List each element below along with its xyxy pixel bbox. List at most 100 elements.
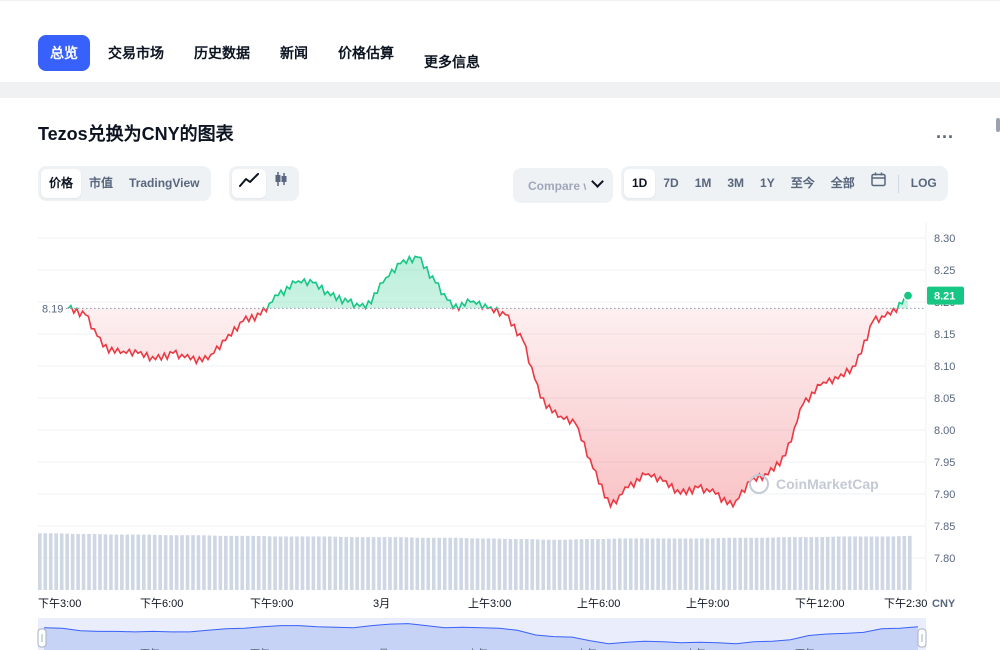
volume-bar	[596, 539, 600, 590]
volume-bar	[59, 533, 64, 590]
y-tick-label: 8.15	[934, 329, 955, 341]
volume-bar	[207, 535, 212, 590]
volume-bar	[825, 536, 830, 590]
volume-bar	[628, 538, 633, 590]
volume-bar	[371, 537, 376, 590]
volume-bar	[87, 533, 91, 590]
volume-bar	[92, 533, 97, 590]
volume-bar	[333, 536, 338, 590]
volume-bar	[251, 535, 255, 590]
volume-bar	[514, 539, 518, 590]
volume-bar	[459, 537, 463, 590]
volume-bar	[503, 538, 507, 590]
volume-bar	[163, 535, 168, 590]
y-tick-label: 8.05	[934, 393, 955, 405]
volume-bar	[497, 538, 502, 590]
volume-bar	[191, 535, 195, 590]
volume-bar	[782, 537, 786, 590]
volume-bar	[442, 537, 447, 590]
volume-bar	[590, 539, 595, 590]
volume-bar	[421, 537, 425, 590]
volume-bar	[169, 535, 173, 590]
volume-bar	[289, 536, 294, 590]
volume-bar	[853, 536, 857, 590]
x-tick-label: 下午3:00	[38, 597, 81, 610]
volume-bar	[98, 534, 102, 590]
volume-bar	[136, 534, 141, 590]
volume-bar	[158, 534, 162, 590]
volume-bar	[880, 536, 885, 590]
volume-bar	[612, 538, 617, 590]
volume-bar	[705, 538, 710, 590]
volume-bar	[678, 538, 682, 590]
volume-bar	[557, 539, 562, 590]
volume-bar	[842, 536, 846, 590]
volume-bar	[415, 537, 420, 590]
volume-bar	[645, 538, 649, 590]
volume-bar	[229, 535, 234, 590]
volume-bar	[667, 538, 671, 590]
volume-bar	[875, 536, 879, 590]
volume-bar	[317, 536, 321, 590]
volume-bar	[388, 537, 392, 590]
volume-bar	[634, 538, 639, 590]
volume-bar	[650, 538, 655, 590]
volume-bar	[694, 538, 699, 590]
volume-bar	[886, 536, 890, 590]
volume-bar	[399, 537, 403, 590]
volume-bar	[486, 538, 491, 590]
volume-bar	[864, 536, 868, 590]
volume-bar	[546, 539, 551, 590]
volume-bar	[743, 537, 748, 590]
volume-bar	[322, 536, 327, 590]
volume-bar	[541, 539, 545, 590]
volume-bar	[410, 537, 414, 590]
volume-bar	[366, 537, 370, 590]
volume-bar	[393, 537, 398, 590]
volume-bar	[683, 538, 688, 590]
volume-bar	[267, 536, 272, 590]
volume-bar	[54, 533, 59, 590]
volume-bar	[661, 538, 666, 590]
volume-bar	[300, 536, 305, 590]
volume-bar	[344, 537, 349, 590]
volume-bar	[213, 535, 217, 590]
volume-bar	[601, 539, 606, 590]
volume-bar	[847, 536, 852, 590]
x-tick-label: 下午12:00	[795, 597, 845, 610]
x-axis: 下午3:00 下午6:00 下午9:00 3月 上午3:00 上午6:00 上午9:00 下午…	[38, 597, 927, 610]
volume-bar	[897, 536, 901, 590]
volume-bar	[38, 533, 42, 590]
volume-bar	[481, 538, 485, 590]
volume-bar	[639, 538, 644, 590]
price-chart[interactable]: 8.19 8.308.258.208.158.108.058.007.957.9…	[0, 0, 1000, 650]
volume-bar	[311, 536, 316, 590]
volume-bar	[464, 538, 469, 590]
y-tick-label: 8.25	[934, 265, 955, 277]
volume-bar	[754, 537, 759, 590]
volume-bar	[475, 538, 480, 590]
y-axis: 8.308.258.208.158.108.058.007.957.907.85…	[927, 233, 964, 610]
area-fill-down	[68, 308, 908, 507]
volume-bar	[180, 535, 184, 590]
volume-bar	[804, 537, 808, 590]
range-navigator[interactable]: 下午6:00下午9:003月上午3:00上午6:00上午9:00下午12:00	[37, 618, 927, 650]
volume-bar	[349, 537, 354, 590]
volume-bars	[38, 533, 912, 590]
volume-bar	[771, 537, 775, 590]
volume-bar	[618, 538, 622, 590]
volume-bar	[908, 535, 912, 590]
volume-bar	[530, 539, 535, 590]
volume-bar	[174, 535, 179, 590]
volume-bar	[689, 538, 693, 590]
volume-bar	[382, 537, 387, 590]
volume-bar	[65, 533, 69, 590]
y-tick-label: 7.85	[934, 521, 955, 533]
volume-bar	[738, 537, 742, 590]
volume-bar	[574, 539, 578, 590]
volume-bar	[776, 537, 781, 590]
volume-bar	[240, 535, 245, 590]
volume-bar	[295, 536, 299, 590]
volume-bar	[185, 535, 190, 590]
volume-bar	[809, 537, 814, 590]
